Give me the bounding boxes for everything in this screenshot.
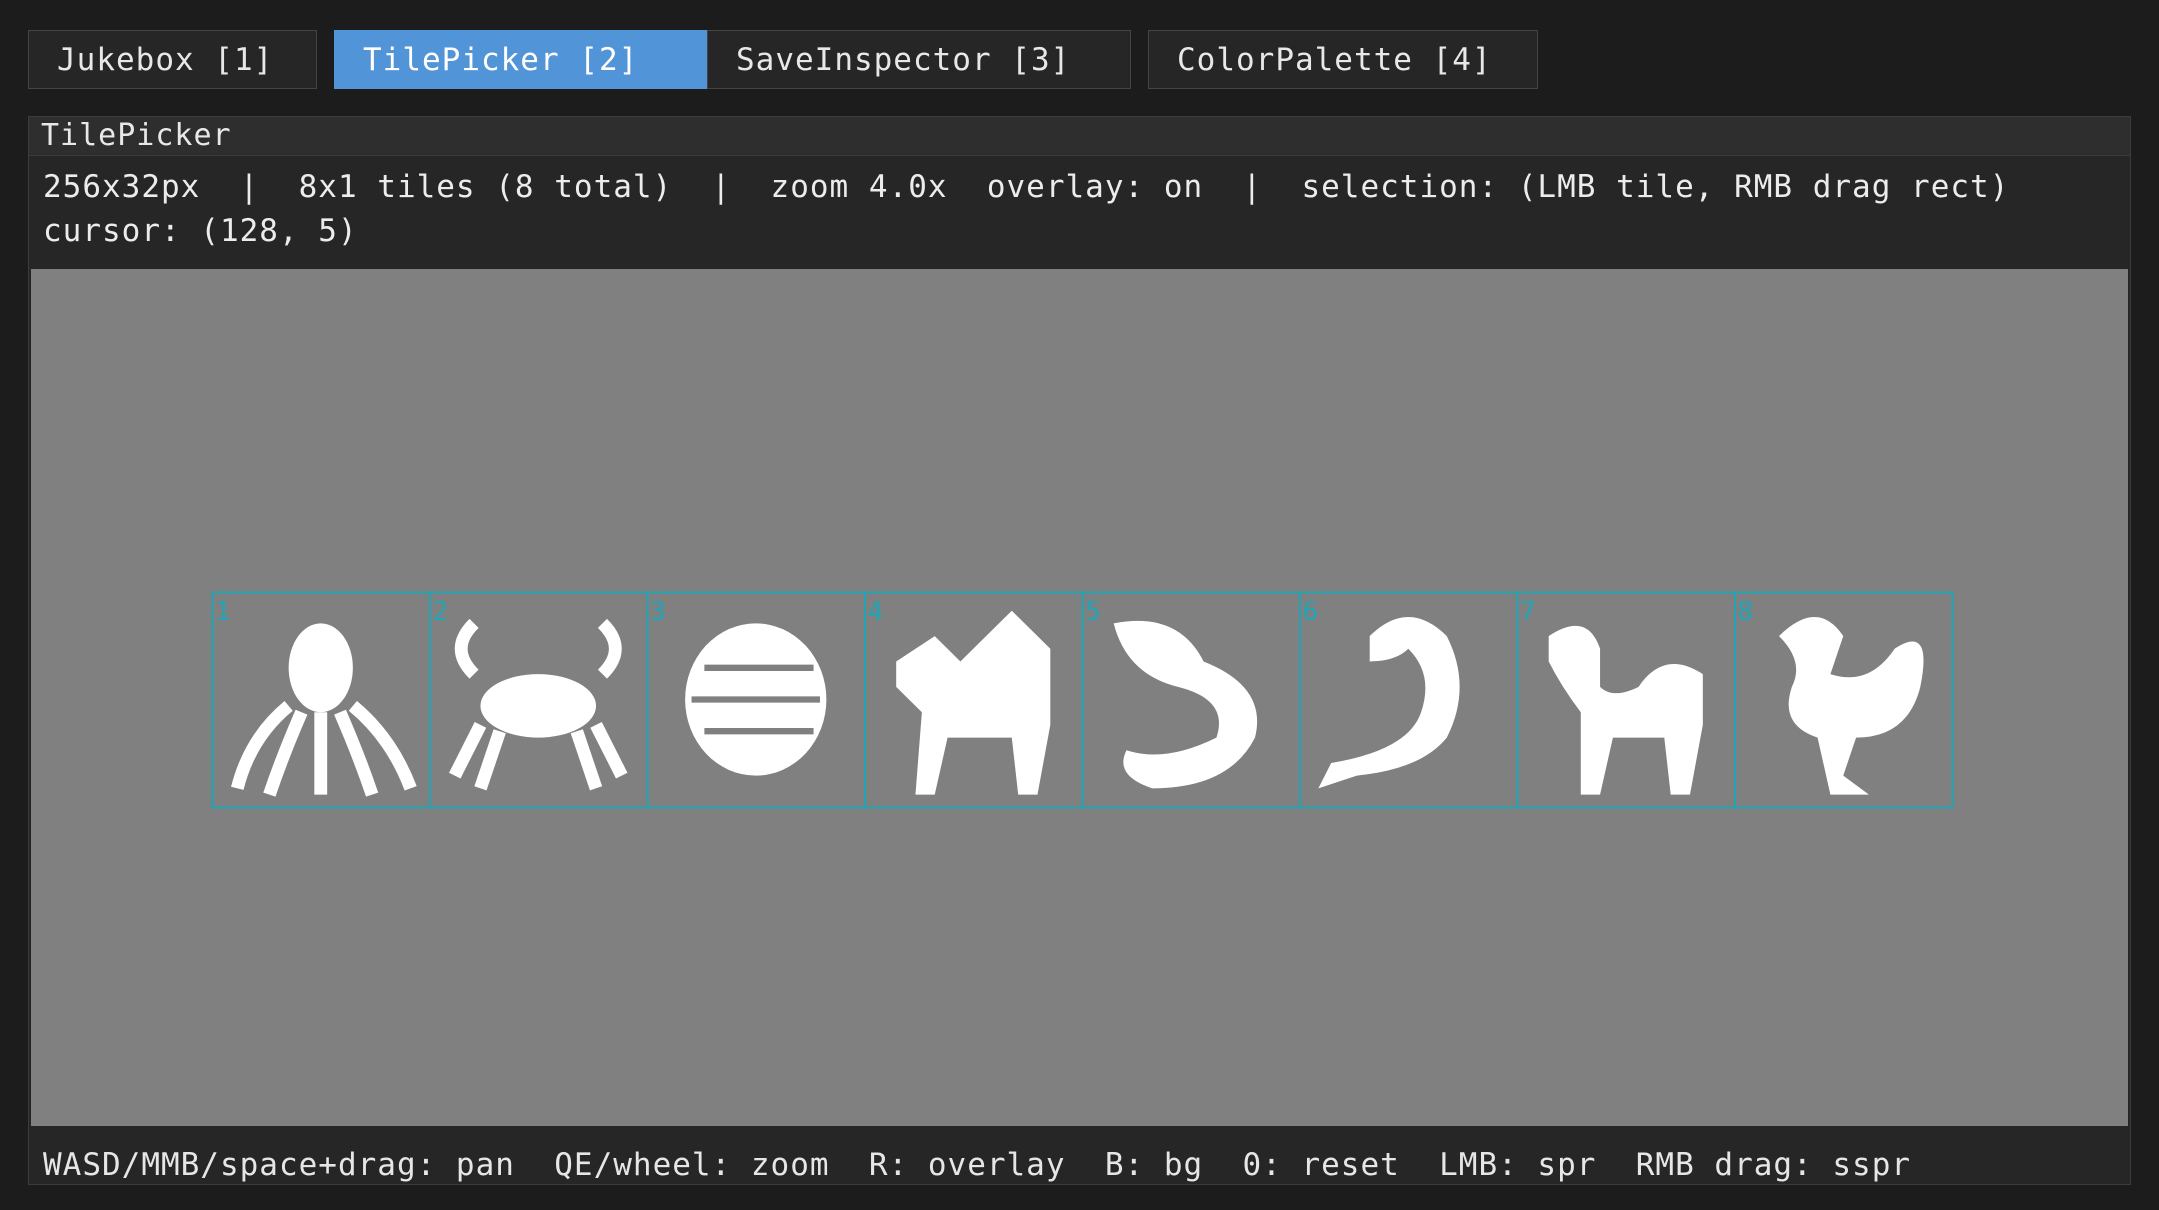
camel-sprite: [1548, 625, 1703, 795]
tile-2[interactable]: 2: [429, 591, 649, 809]
tab-saveinspector[interactable]: SaveInspector [3]: [707, 30, 1131, 89]
tile-8[interactable]: 8: [1734, 591, 1954, 809]
tile-3[interactable]: 3: [646, 591, 866, 809]
tile-index-label: 6: [1303, 597, 1319, 627]
shell-sprite: [685, 623, 827, 776]
tab-colorpalette[interactable]: ColorPalette [4]: [1148, 30, 1538, 89]
tile-6[interactable]: 6: [1299, 591, 1519, 809]
winged-lion-sprite: [896, 610, 1051, 795]
tile-index-label: 2: [433, 597, 449, 627]
tile-1[interactable]: 1: [211, 591, 431, 809]
window-title: TilePicker: [29, 117, 2130, 156]
octopus-sprite: [231, 623, 417, 797]
serpent-sprite: [1318, 617, 1460, 789]
tile-canvas[interactable]: 1 2 3 4 5 6 7 8: [31, 269, 2128, 1126]
tile-index-label: 5: [1085, 597, 1101, 627]
tile-index-label: 4: [868, 597, 884, 627]
tile-7[interactable]: 7: [1516, 591, 1736, 809]
tile-index-label: 8: [1738, 597, 1754, 627]
lobster-sprite: [1113, 620, 1258, 789]
tile-index-label: 3: [650, 597, 666, 627]
help-footer: WASD/MMB/space+drag: pan QE/wheel: zoom …: [43, 1147, 1912, 1183]
tile-index-label: 1: [215, 597, 231, 627]
tile-strip[interactable]: 1 2 3 4 5 6 7 8: [31, 269, 2128, 1126]
tab-tilepicker[interactable]: TilePicker [2]: [334, 30, 717, 89]
info-line: 256x32px | 8x1 tiles (8 total) | zoom 4.…: [43, 169, 2010, 205]
crab-sprite: [449, 618, 628, 791]
tab-jukebox[interactable]: Jukebox [1]: [28, 30, 317, 89]
tile-5[interactable]: 5: [1081, 591, 1301, 809]
cursor-readout: cursor: (128, 5): [43, 213, 358, 249]
tilepicker-window: TilePicker 256x32px | 8x1 tiles (8 total…: [28, 116, 2131, 1185]
tile-4[interactable]: 4: [864, 591, 1084, 809]
bird-sprite: [1779, 617, 1924, 795]
tile-index-label: 7: [1520, 597, 1536, 627]
